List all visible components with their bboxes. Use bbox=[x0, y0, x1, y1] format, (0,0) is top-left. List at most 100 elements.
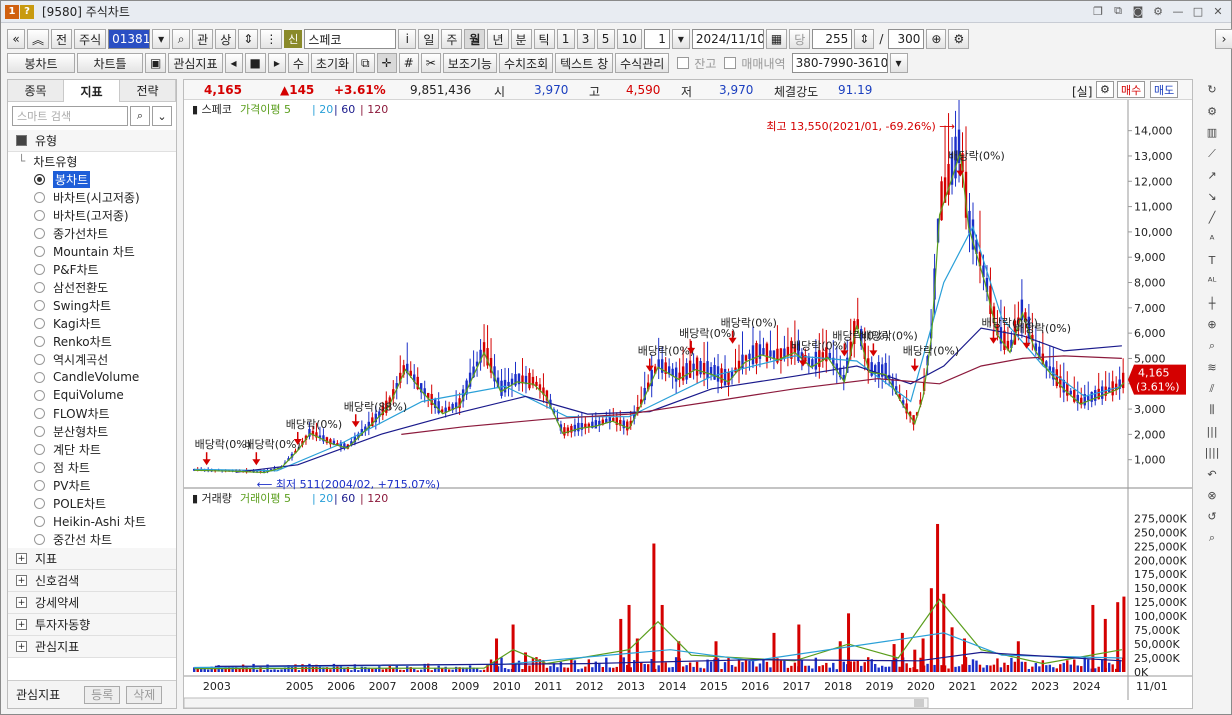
numeric-query-button[interactable]: 수치조회 bbox=[498, 53, 554, 73]
section-2[interactable]: + 강세약세 bbox=[8, 592, 176, 614]
prev-icon[interactable]: ◂ bbox=[224, 53, 243, 73]
radio-icon[interactable] bbox=[34, 281, 45, 293]
close-icon[interactable]: ✕ bbox=[1211, 4, 1225, 18]
register-button[interactable]: 등록 bbox=[84, 685, 121, 704]
chart-type-option[interactable]: 역시계곡선 bbox=[8, 350, 176, 368]
vertical-lines-icon[interactable]: ||| bbox=[1201, 421, 1223, 442]
radio-icon[interactable] bbox=[34, 461, 45, 473]
radio-icon[interactable] bbox=[34, 371, 45, 383]
period-minute[interactable]: 분 bbox=[510, 29, 532, 49]
search-icon[interactable]: ⌕ bbox=[172, 29, 191, 49]
interest-indicator-button[interactable]: 관심지표 bbox=[168, 53, 223, 73]
chart-type-option[interactable]: 삼선전환도 bbox=[8, 278, 176, 296]
code-dropdown-icon[interactable]: ▾ bbox=[152, 29, 171, 49]
dock-icon[interactable]: ❐ bbox=[1091, 4, 1105, 18]
zoom-in-icon[interactable]: ⊕ bbox=[1201, 314, 1223, 335]
channel-icon[interactable]: ⫽ bbox=[1201, 378, 1223, 399]
radio-icon[interactable] bbox=[34, 245, 45, 257]
date-input[interactable]: 2024/11/10 bbox=[691, 29, 764, 49]
text-tool-icon[interactable]: T bbox=[1201, 250, 1223, 271]
copy-icon[interactable]: ⧉ bbox=[1111, 4, 1125, 18]
chart-type-option[interactable]: Heikin-Ashi 차트 bbox=[8, 512, 176, 530]
more-icon[interactable]: ⋮ bbox=[260, 29, 283, 49]
stock-name-field[interactable]: 스페코 bbox=[304, 29, 397, 49]
fib-icon[interactable]: ≋ bbox=[1201, 357, 1223, 378]
grid-lines-icon[interactable]: |||| bbox=[1201, 442, 1223, 463]
settings-icon[interactable]: ⚙ bbox=[948, 29, 970, 49]
line-icon[interactable]: ╱ bbox=[1201, 207, 1223, 228]
quote-settings-icon[interactable]: ⚙ bbox=[1096, 81, 1114, 98]
ray-line-icon[interactable]: ↗ bbox=[1201, 164, 1223, 185]
radio-icon[interactable] bbox=[34, 335, 45, 347]
prev-button[interactable]: 전 bbox=[51, 29, 73, 49]
radio-icon[interactable] bbox=[34, 497, 45, 509]
camera-icon[interactable]: ◙ bbox=[1131, 4, 1145, 18]
grid-icon[interactable]: # bbox=[398, 53, 419, 73]
chart-type-option[interactable]: Renko차트 bbox=[8, 332, 176, 350]
next-icon[interactable]: ▸ bbox=[267, 53, 286, 73]
search-icon[interactable]: ⌕ bbox=[1201, 528, 1223, 549]
bar-chart-icon[interactable]: ▥ bbox=[1201, 122, 1223, 143]
reset-button[interactable]: 초기화 bbox=[310, 53, 355, 73]
radio-icon[interactable] bbox=[34, 317, 45, 329]
period-month[interactable]: 월 bbox=[464, 29, 486, 49]
window-icon[interactable]: ⧉ bbox=[356, 53, 375, 73]
count-5[interactable]: 5 bbox=[596, 29, 615, 49]
window-badge-help[interactable]: ? bbox=[20, 4, 34, 19]
gear-icon[interactable]: ⚙ bbox=[1151, 4, 1165, 18]
nav-first-button[interactable]: « bbox=[7, 29, 25, 49]
radio-icon[interactable] bbox=[34, 263, 45, 275]
account-select[interactable]: 380-7990-3610-1 bbox=[791, 53, 888, 73]
gear-icon[interactable]: ⚙ bbox=[1201, 100, 1223, 121]
trend-line-icon[interactable]: ⟋ bbox=[1201, 143, 1223, 164]
stop-icon[interactable]: ■ bbox=[244, 53, 266, 73]
crosshair-icon[interactable]: ✛ bbox=[376, 53, 397, 73]
count-select[interactable]: 1 bbox=[643, 29, 670, 49]
chart-type-option[interactable]: FLOW차트 bbox=[8, 404, 176, 422]
tab-stocks[interactable]: 종목 bbox=[8, 80, 64, 102]
total-input[interactable]: 300 bbox=[888, 29, 925, 49]
candle-button[interactable]: 봉차트 bbox=[7, 53, 75, 73]
formula-button[interactable]: 수식관리 bbox=[615, 53, 670, 73]
period-day[interactable]: 일 bbox=[418, 29, 440, 49]
section-1[interactable]: + 신호검색 bbox=[8, 570, 176, 592]
chart-type-button[interactable]: 차트틀 bbox=[77, 53, 143, 73]
delete-button[interactable]: 삭제 bbox=[126, 685, 163, 704]
tab-strategy[interactable]: 전략 bbox=[120, 80, 176, 102]
info-button[interactable]: i bbox=[398, 29, 417, 49]
market-button[interactable]: 주식 bbox=[74, 29, 107, 49]
expand-icon[interactable]: ⌄ bbox=[152, 106, 172, 126]
chart-type-option[interactable]: Mountain 차트 bbox=[8, 242, 176, 260]
radio-icon[interactable] bbox=[34, 443, 45, 455]
count-dropdown-icon[interactable]: ▾ bbox=[671, 29, 690, 49]
period-week[interactable]: 주 bbox=[441, 29, 463, 49]
remain-checkbox[interactable] bbox=[677, 57, 690, 69]
chart-type-option[interactable]: EquiVolume bbox=[8, 386, 176, 404]
sell-button[interactable]: 매도 bbox=[1150, 81, 1179, 98]
section-type[interactable]: 유형 bbox=[8, 130, 176, 152]
arrow-line-icon[interactable]: ↘ bbox=[1201, 186, 1223, 207]
rotate-icon[interactable]: ↺ bbox=[1201, 506, 1223, 527]
aux-button[interactable]: 보조기능 bbox=[442, 53, 497, 73]
chart-type-option[interactable]: POLE차트 bbox=[8, 494, 176, 512]
text-window-button[interactable]: 텍스트 창 bbox=[555, 53, 614, 73]
smart-search-input[interactable]: 스마트 검색 bbox=[12, 106, 128, 126]
radio-icon[interactable] bbox=[34, 299, 45, 311]
chart-type-option[interactable]: CandleVolume bbox=[8, 368, 176, 386]
window-badge-1[interactable]: 1 bbox=[5, 4, 19, 19]
chart-type-option[interactable]: Kagi차트 bbox=[8, 314, 176, 332]
tab-indicators[interactable]: 지표 bbox=[64, 80, 120, 102]
account-dropdown-icon[interactable]: ▾ bbox=[889, 53, 908, 73]
count-3[interactable]: 3 bbox=[576, 29, 595, 49]
chart-type-option[interactable]: 봉차트 bbox=[8, 170, 176, 188]
count-1[interactable]: 1 bbox=[556, 29, 575, 49]
undo-icon[interactable]: ↶ bbox=[1201, 463, 1223, 484]
bars-input[interactable]: 255 bbox=[812, 29, 853, 49]
maximize-icon[interactable]: □ bbox=[1191, 4, 1205, 18]
scissors-icon[interactable]: ✂ bbox=[420, 53, 441, 73]
radio-icon[interactable] bbox=[34, 209, 45, 221]
radio-icon[interactable] bbox=[34, 173, 45, 185]
count-10[interactable]: 10 bbox=[616, 29, 642, 49]
candle-icon[interactable]: ┼ bbox=[1201, 293, 1223, 314]
save-icon[interactable]: ▣ bbox=[145, 53, 167, 73]
